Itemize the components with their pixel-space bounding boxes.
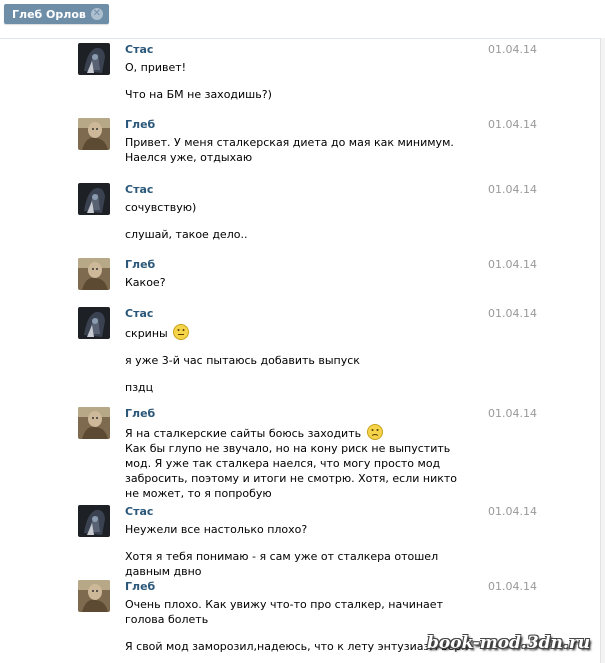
avatar-stas[interactable] — [78, 505, 110, 537]
top-bar: Глеб Орлов ✕ — [0, 0, 605, 39]
message-text: слушай, такое дело.. — [125, 228, 248, 241]
avatar-stas[interactable] — [78, 43, 110, 75]
message-body: Привет. У меня сталкерская диета до мая … — [125, 135, 465, 165]
close-icon[interactable]: ✕ — [90, 8, 103, 20]
message-author[interactable]: Стас — [125, 43, 153, 56]
tab-label: Глеб Орлов — [12, 7, 86, 21]
message-author[interactable]: Глеб — [125, 118, 155, 131]
message-text: Привет. У меня сталкерская диета до мая … — [125, 136, 454, 164]
avatar-gleb[interactable] — [78, 118, 110, 150]
message-text: Что на БМ не заходишь?) — [125, 88, 272, 101]
message-text: я уже 3-й час пытаюсь добавить выпуск — [125, 354, 360, 367]
message-body: скрины я уже 3-й час пытаюсь добавить вы… — [125, 324, 470, 395]
message-body: О, привет! Что на БМ не заходишь?) — [125, 60, 470, 102]
message-date[interactable]: 01.04.14 — [488, 183, 537, 196]
avatar-stas[interactable] — [78, 307, 110, 339]
message-author[interactable]: Глеб — [125, 258, 155, 271]
message-text: Я свой мод заморозил,надеюсь, что к лету… — [125, 640, 469, 653]
avatar-stas[interactable] — [78, 183, 110, 215]
message-body: сочувствую) слушай, такое дело.. — [125, 200, 470, 242]
message-text: Как бы глупо не звучало, но на кону риск… — [125, 442, 457, 500]
message-date[interactable]: 01.04.14 — [488, 407, 537, 420]
message-date[interactable]: 01.04.14 — [488, 258, 537, 271]
message-author[interactable]: Стас — [125, 183, 153, 196]
message-date[interactable]: 01.04.14 — [488, 118, 537, 131]
message-date[interactable]: 01.04.14 — [488, 307, 537, 320]
watermark: book-mod.3dn.ru — [427, 633, 591, 653]
message-text: скрины — [125, 327, 168, 340]
avatar-gleb[interactable] — [78, 258, 110, 290]
message-body: Очень плохо. Как увижу что-то про сталке… — [125, 597, 469, 654]
message-body: Какое? — [125, 275, 470, 290]
conversation-tab[interactable]: Глеб Орлов ✕ — [4, 4, 109, 24]
message-text: О, привет! — [125, 61, 187, 74]
message-text: сочувствую) — [125, 201, 197, 214]
avatar-gleb[interactable] — [78, 580, 110, 612]
message-text: Я на сталкерские сайты боюсь заходить — [125, 427, 362, 440]
scrollbar[interactable] — [600, 38, 605, 663]
avatar-gleb[interactable] — [78, 407, 110, 439]
message-author[interactable]: Стас — [125, 307, 153, 320]
message-text: Хотя я тебя понимаю - я сам уже от сталк… — [125, 550, 439, 578]
message-date[interactable]: 01.04.14 — [488, 505, 537, 518]
message-date[interactable]: 01.04.14 — [488, 580, 537, 593]
message-body: Неужели все настолько плохо? Хотя я тебя… — [125, 522, 485, 579]
message-date[interactable]: 01.04.14 — [488, 43, 537, 56]
sad-smiley-icon — [366, 424, 383, 440]
message-author[interactable]: Глеб — [125, 580, 155, 593]
message-text: Неужели все настолько плохо? — [125, 523, 308, 536]
message-author[interactable]: Глеб — [125, 407, 155, 420]
message-text: пздц — [125, 381, 154, 394]
message-body: Я на сталкерские сайты боюсь заходить Ка… — [125, 424, 460, 501]
message-text: Какое? — [125, 276, 166, 289]
message-author[interactable]: Стас — [125, 505, 153, 518]
message-text: Очень плохо. Как увижу что-то про сталке… — [125, 598, 443, 626]
smiley-icon — [173, 324, 190, 340]
